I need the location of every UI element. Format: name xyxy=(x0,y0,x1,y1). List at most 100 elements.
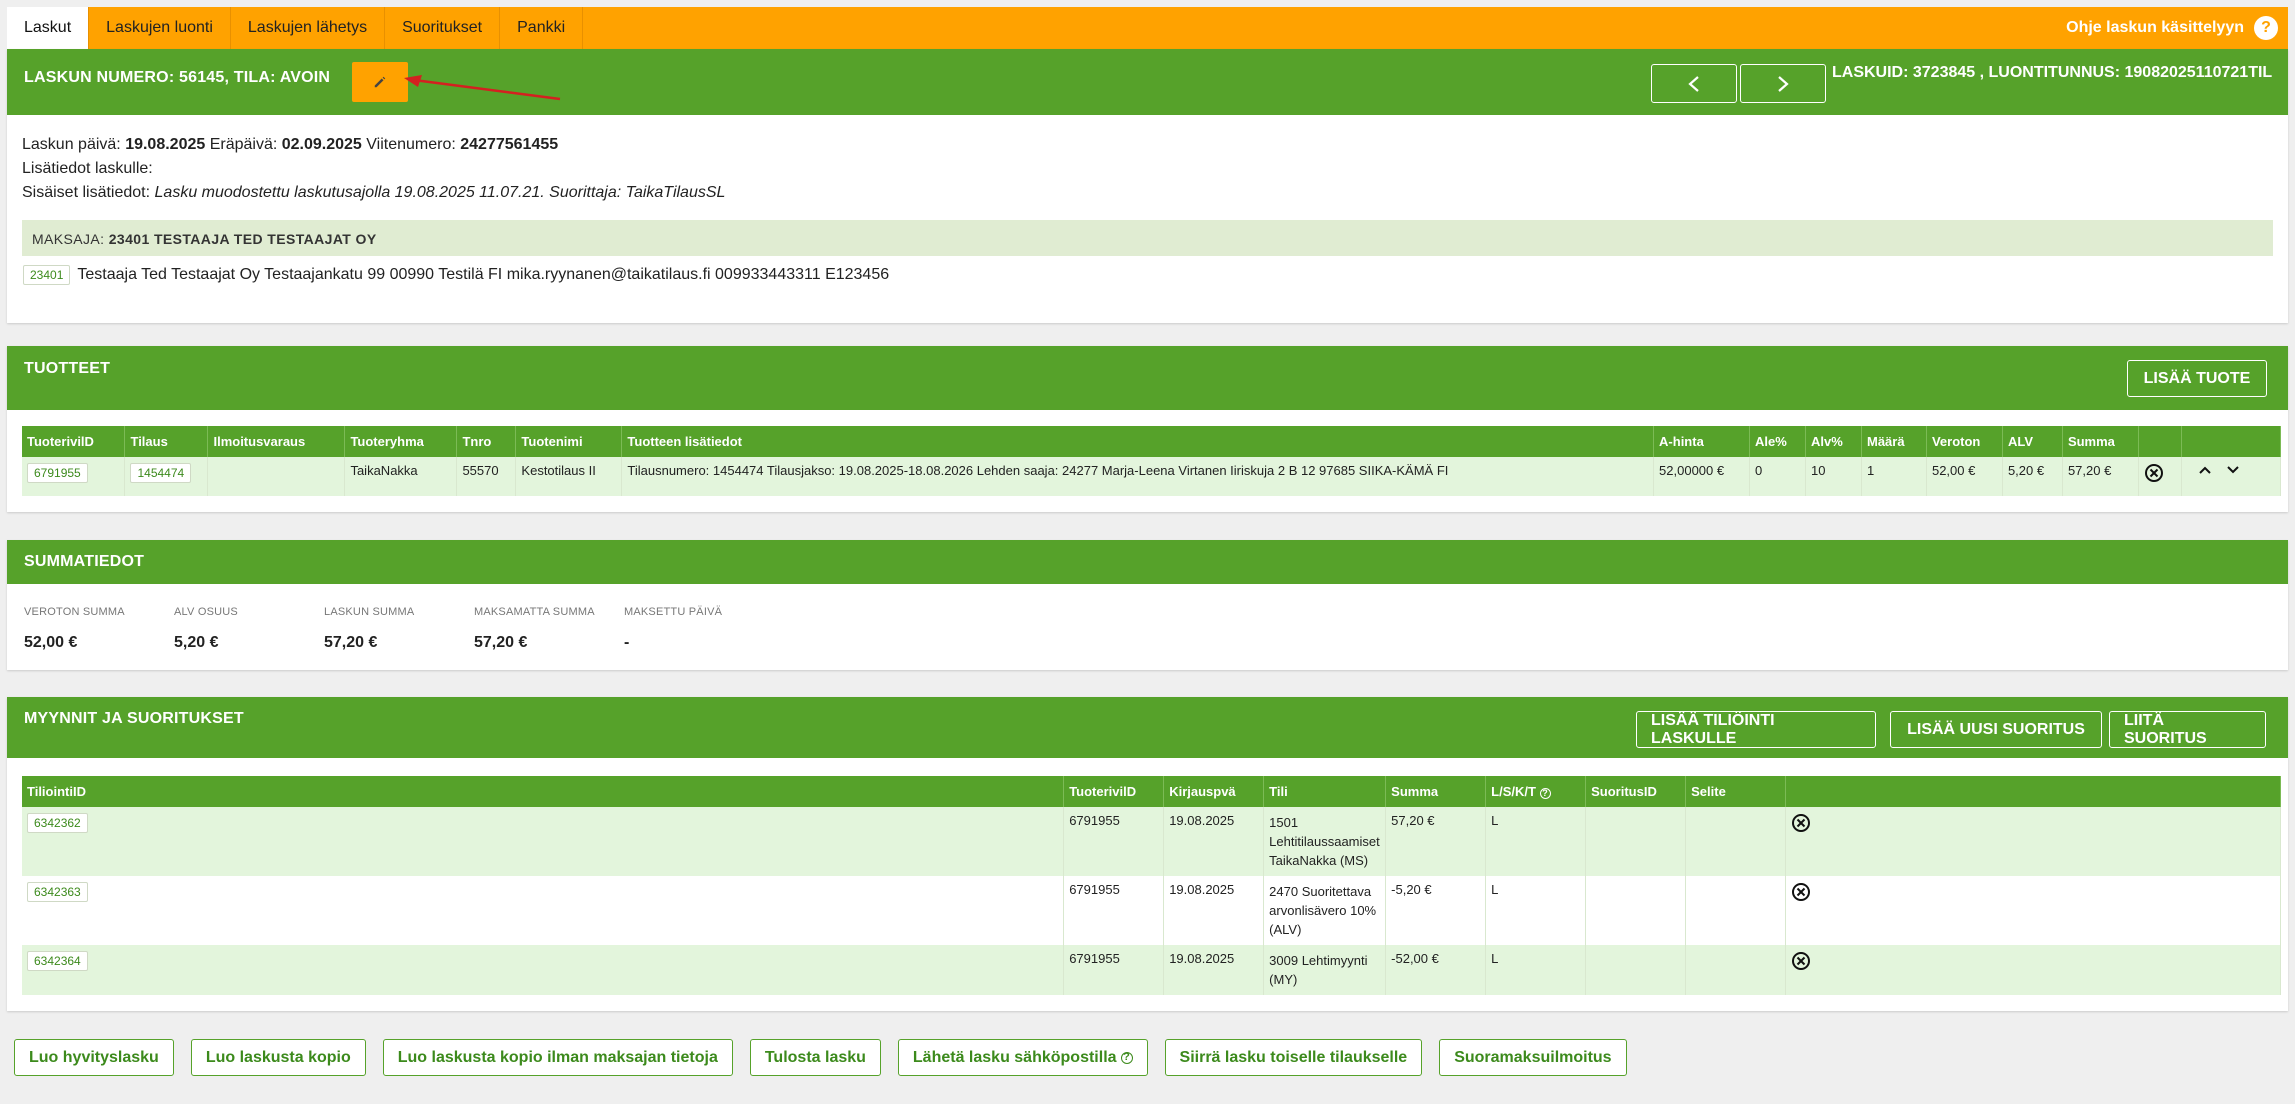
cell-product-row-id: 6791955 xyxy=(1063,945,1165,995)
summary-vat-value: 5,20 € xyxy=(174,634,219,651)
tab-laskut[interactable]: Laskut xyxy=(7,7,90,49)
internal-info: Sisäiset lisätiedot: Lasku muodostettu l… xyxy=(22,181,2273,205)
move-down-icon[interactable] xyxy=(2226,463,2240,478)
products-title: TUOTTEET xyxy=(24,360,111,377)
invoice-actions: Luo hyvityslasku Luo laskusta kopio Luo … xyxy=(14,1039,1627,1076)
cell-reservation xyxy=(207,457,346,496)
cell-product-row-id: 6791955 xyxy=(1063,807,1165,876)
cell-sum: -52,00 € xyxy=(1385,945,1487,995)
cell-group: TaikaNakka xyxy=(344,457,458,496)
summary-total-label: LASKUN SUMMA xyxy=(324,606,415,618)
add-product-button[interactable]: LISÄÄ TUOTE xyxy=(2127,360,2267,397)
chevron-left-icon xyxy=(1688,75,1699,92)
order-id-link[interactable]: 1454474 xyxy=(130,463,192,483)
top-tab-bar: Laskut Laskujen luonti Laskujen lähetys … xyxy=(7,7,2288,49)
cell-posting-id: 6342362 xyxy=(22,807,1065,876)
cell-payment-id xyxy=(1585,945,1687,995)
help-link[interactable]: Ohje laskun käsittelyyn ? xyxy=(2066,7,2288,49)
table-row: 6342362 6791955 19.08.2025 1501 Lehtitil… xyxy=(22,807,2281,876)
direct-debit-button[interactable]: Suoramaksuilmoitus xyxy=(1439,1039,1627,1076)
summary-vat-label: ALV OSUUS xyxy=(174,606,238,618)
tab-pankki[interactable]: Pankki xyxy=(500,7,584,49)
cell-posting-date: 19.08.2025 xyxy=(1163,807,1265,876)
th-group: Tuoteryhma xyxy=(344,426,458,457)
th-price: A-hinta xyxy=(1653,426,1751,457)
print-invoice-button[interactable]: Tulosta lasku xyxy=(749,1039,881,1076)
th-vat-pct: Alv% xyxy=(1805,426,1862,457)
move-up-icon[interactable] xyxy=(2198,463,2212,478)
move-invoice-button[interactable]: Siirrä lasku toiselle tilaukselle xyxy=(1164,1039,1423,1076)
copy-invoice-without-payer-button[interactable]: Luo laskusta kopio ilman maksajan tietoj… xyxy=(382,1039,733,1076)
cell-lskt: L xyxy=(1485,945,1587,995)
date-label: Laskun päivä: xyxy=(22,136,126,153)
tab-suoritukset[interactable]: Suoritukset xyxy=(385,7,501,49)
tab-laskujen-luonti[interactable]: Laskujen luonti xyxy=(89,7,231,49)
summary-net-value: 52,00 € xyxy=(24,634,78,651)
add-posting-button[interactable]: LISÄÄ TILIÖINTI LASKULLE xyxy=(1636,711,1876,748)
cell-note xyxy=(1685,807,1787,876)
summary-paid-date-value: - xyxy=(624,634,630,651)
summary-paid-date-label: MAKSETTU PÄIVÄ xyxy=(624,606,723,618)
th-lskt: L/S/K/T ? xyxy=(1485,776,1587,807)
cell-remove xyxy=(1785,876,2281,945)
cell-sum: 57,20 € xyxy=(1385,807,1487,876)
cell-posting-id: 6342363 xyxy=(22,876,1065,945)
help-label: Ohje laskun käsittelyyn xyxy=(2066,19,2244,36)
th-info: Tuotteen lisätiedot xyxy=(621,426,1655,457)
internal-text: Lasku muodostettu laskutusajolla 19.08.2… xyxy=(154,184,726,201)
pencil-icon xyxy=(374,76,386,88)
cell-vat-pct: 10 xyxy=(1805,457,1862,496)
cell-product-row-id: 6791955 xyxy=(1063,876,1165,945)
attach-payment-button[interactable]: LIITÄ SUORITUS xyxy=(2109,711,2266,748)
sales-header: MYYNNIT JA SUORITUKSET LISÄÄ TILIÖINTI L… xyxy=(7,697,2288,758)
remove-product-icon[interactable] xyxy=(2144,463,2164,483)
th-note: Selite xyxy=(1685,776,1787,807)
copy-invoice-button[interactable]: Luo laskusta kopio xyxy=(190,1039,366,1076)
sales-table: TiliointiID TuoterivilD Kirjauspvä Tili … xyxy=(22,776,2281,995)
posting-id-link[interactable]: 6342363 xyxy=(27,882,88,902)
payer-details: Testaaja Ted Testaajat Oy Testaajankatu … xyxy=(77,266,890,283)
question-icon[interactable]: ? xyxy=(1120,1051,1133,1064)
payer-id-link[interactable]: 23401 xyxy=(23,265,71,285)
invoice-dates: Laskun päivä: 19.08.2025 Eräpäivä: 02.09… xyxy=(22,133,2273,157)
question-icon[interactable]: ? xyxy=(1539,788,1551,799)
due-date: 02.09.2025 xyxy=(281,136,362,153)
due-label: Eräpäivä: xyxy=(205,136,282,153)
next-invoice-button[interactable] xyxy=(1740,64,1826,103)
cell-discount: 0 xyxy=(1749,457,1806,496)
cell-payment-id xyxy=(1585,876,1687,945)
cell-account: 2470 Suoritettava arvonlisävero 10% (ALV… xyxy=(1263,876,1387,945)
sales-panel: MYYNNIT JA SUORITUKSET LISÄÄ TILIÖINTI L… xyxy=(7,697,2288,1011)
th-sum: Summa xyxy=(1385,776,1487,807)
remove-posting-icon[interactable] xyxy=(1791,951,1811,971)
invoice-panel: LASKUN NUMERO: 56145, TILA: AVOIN LASKUI… xyxy=(7,49,2288,323)
summary-paid-date: MAKSETTU PÄIVÄ - xyxy=(624,606,722,652)
invoice-date: 19.08.2025 xyxy=(125,136,206,153)
posting-id-link[interactable]: 6342364 xyxy=(27,951,88,971)
summary-unpaid-value: 57,20 € xyxy=(474,634,528,651)
th-order: Tilaus xyxy=(124,426,209,457)
previous-invoice-button[interactable] xyxy=(1651,64,1737,103)
chevron-right-icon xyxy=(1778,75,1789,92)
cell-total: 57,20 € xyxy=(2062,457,2139,496)
product-row: 6791955 1454474 TaikaNakka 55570 Kestoti… xyxy=(22,457,2282,496)
lskt-label: L/S/K/T xyxy=(1491,784,1536,799)
cell-order-arrows xyxy=(2181,457,2282,496)
edit-invoice-button[interactable] xyxy=(352,62,408,102)
product-row-id-link[interactable]: 6791955 xyxy=(27,463,88,483)
email-invoice-button[interactable]: Lähetä lasku sähköpostilla ? xyxy=(897,1039,1148,1076)
tab-laskujen-lahetys[interactable]: Laskujen lähetys xyxy=(231,7,386,49)
th-row-id: TuoterivilD xyxy=(22,426,126,457)
remove-posting-icon[interactable] xyxy=(1791,813,1811,833)
cell-qty: 1 xyxy=(1861,457,1927,496)
invoice-ids: LASKUID: 3723845 , LUONTITUNNUS: 1908202… xyxy=(1832,64,2273,81)
products-header-row: TuoterivilD Tilaus Ilmoitusvaraus Tuoter… xyxy=(22,426,2282,457)
payer-details-row: 23401 Testaaja Ted Testaajat Oy Testaaja… xyxy=(23,265,889,285)
cell-lskt: L xyxy=(1485,807,1587,876)
create-credit-note-button[interactable]: Luo hyvityslasku xyxy=(14,1039,174,1076)
posting-id-link[interactable]: 6342362 xyxy=(27,813,88,833)
remove-posting-icon[interactable] xyxy=(1791,882,1811,902)
summary-unpaid: MAKSAMATTA SUMMA 57,20 € xyxy=(474,606,595,652)
table-row: 6342363 6791955 19.08.2025 2470 Suoritet… xyxy=(22,876,2281,945)
add-payment-button[interactable]: LISÄÄ UUSI SUORITUS xyxy=(1890,711,2102,748)
